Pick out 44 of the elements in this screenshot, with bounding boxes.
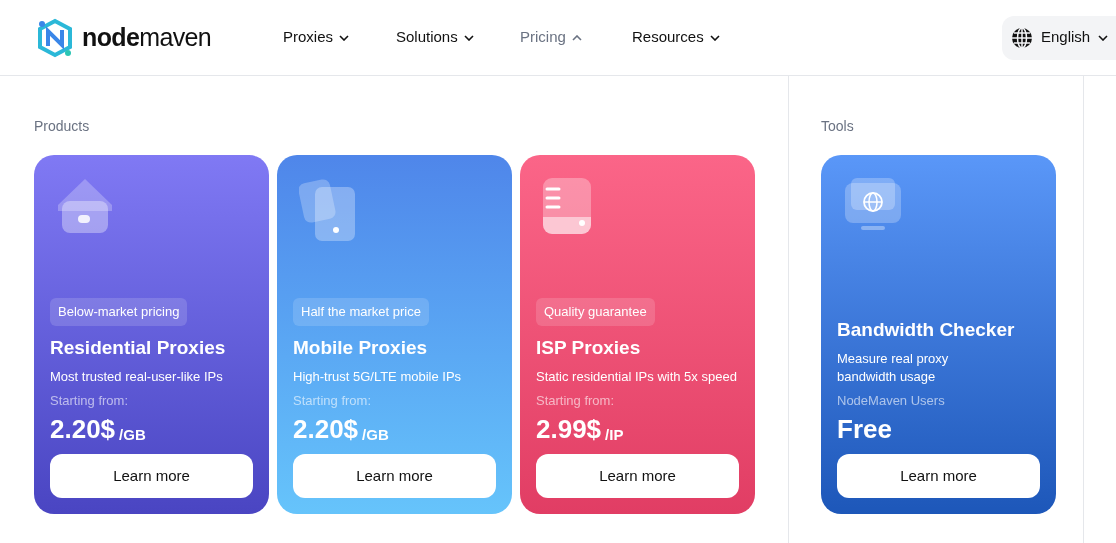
card-description: Most trusted real-user-like IPs <box>50 367 224 386</box>
price-label: Starting from: <box>536 391 616 410</box>
learn-more-button[interactable]: Learn more <box>50 454 253 498</box>
tag-badge: Quality guarantee <box>536 298 655 326</box>
section-title: Products <box>34 117 91 135</box>
house-icon <box>56 177 114 235</box>
card-title: Mobile Proxies <box>293 335 429 360</box>
price-unit: /GB <box>119 427 146 442</box>
price: 2.99$ <box>536 416 602 442</box>
language-button[interactable]: English <box>1002 15 1116 60</box>
learn-more-button[interactable]: Learn more <box>293 454 496 498</box>
server-icon <box>542 177 592 235</box>
price: 2.20$ <box>50 416 116 442</box>
card-title: Bandwidth Checker <box>837 317 1016 342</box>
caret-icon <box>463 34 474 41</box>
nav-menu-item[interactable]: Solutions <box>396 26 520 49</box>
section-title: Tools <box>821 117 855 135</box>
price: Free <box>837 416 892 442</box>
price: 2.20$ <box>293 416 359 442</box>
nav-menu-item[interactable]: Proxies <box>283 26 396 49</box>
price-label: Starting from: <box>293 391 373 410</box>
caret-icon <box>709 34 720 41</box>
card-description: Measure real proxy bandwidth usage <box>837 349 950 386</box>
price-unit: /GB <box>362 427 389 442</box>
price-label: NodeMaven Users <box>837 391 946 410</box>
nav-menu-item[interactable]: Pricing <box>520 26 632 49</box>
logo-text: nodemaven <box>82 21 212 53</box>
card-description: Static residential IPs with 5x speed <box>536 367 738 386</box>
caret-icon <box>1098 34 1109 41</box>
monitor-globe-icon <box>843 177 903 231</box>
tag-badge: Half the market price <box>293 298 429 326</box>
caret-icon <box>571 34 582 41</box>
globe-icon <box>1011 26 1033 49</box>
card-description: High-trust 5G/LTE mobile IPs <box>293 367 463 386</box>
card-title: Residential Proxies <box>50 335 227 360</box>
price-unit: /IP <box>605 427 624 442</box>
price-label: Starting from: <box>50 391 130 410</box>
learn-more-button[interactable]: Learn more <box>536 454 739 498</box>
card-title: ISP Proxies <box>536 335 642 360</box>
tag-badge: Below-market pricing <box>50 298 188 326</box>
learn-more-button[interactable]: Learn more <box>837 454 1040 498</box>
logo-icon <box>36 17 74 58</box>
caret-icon <box>339 34 350 41</box>
nav-menu-item[interactable]: Resources <box>632 26 752 49</box>
